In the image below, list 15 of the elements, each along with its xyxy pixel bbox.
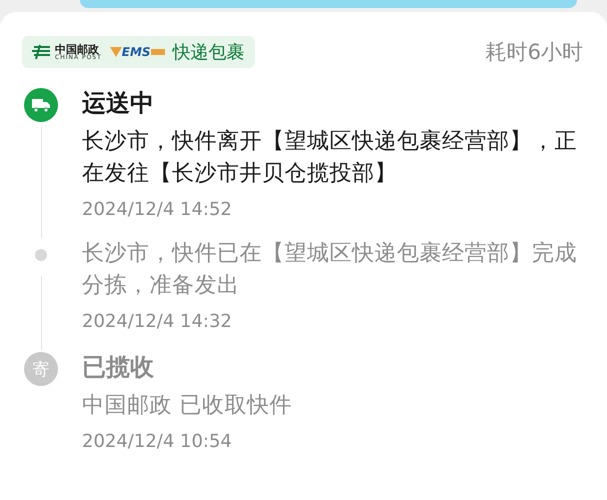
event-time: 2024/12/4 14:52 <box>82 198 233 222</box>
duration: 耗时6小时 <box>486 39 583 66</box>
wing-icon <box>110 47 122 57</box>
event-description: 长沙市，快件已在【望城区快递包裹经营部】完成分拣，准备发出 <box>82 240 578 300</box>
post-logo-icon <box>32 44 52 60</box>
status-title: 已揽收 <box>82 352 155 383</box>
status-title: 运送中 <box>82 88 155 119</box>
event-time: 2024/12/4 10:54 <box>82 430 233 454</box>
brand-name: 中国邮政 <box>55 44 99 54</box>
event-description: 中国邮政 已收取快件 <box>82 392 293 420</box>
service-name: 快递包裹 <box>172 41 245 64</box>
event-description: 长沙市，快件离开【望城区快递包裹经营部】，正在发往【长沙市井贝仓揽投部】 <box>82 128 578 188</box>
ems-logo: EMS <box>122 45 151 59</box>
stripe-icon <box>150 49 165 55</box>
event-time: 2024/12/4 14:32 <box>82 310 233 334</box>
